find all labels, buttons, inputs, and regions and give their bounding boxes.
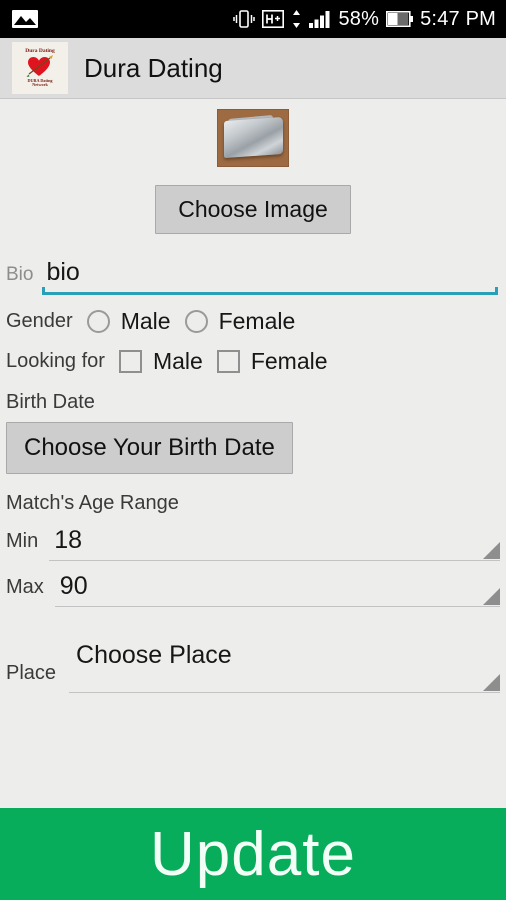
checkbox-unchecked-icon[interactable] [216,350,240,373]
heart-with-arrow-logo: Dura Dating DURA Dating Network [12,42,68,94]
bio-focus-underline [42,287,498,295]
status-bar: 58% 5:47 PM [0,0,506,38]
checkbox-unchecked-icon[interactable] [118,350,142,373]
logo-bottom-line2: Network [32,82,48,88]
looking-for-option-female[interactable]: Female [216,348,328,375]
spinner-dropdown-icon [483,588,500,605]
status-bar-right: 58% 5:47 PM [233,8,496,31]
gender-option-female[interactable]: Female [184,308,296,335]
form-scroll-container[interactable]: Choose Image Bio Gender Male Female Look [0,99,506,808]
clock-time: 5:47 PM [420,7,496,30]
hsdpa-hplus-icon [262,10,285,28]
status-bar-left [12,9,38,29]
battery-icon [386,11,414,27]
looking-for-label: Looking for [6,350,105,372]
min-age-row: Min 18 [0,526,506,561]
min-age-value: 18 [54,526,83,554]
looking-for-row: Looking for Male Female [0,348,506,375]
choose-image-row: Choose Image [0,185,506,234]
choose-birth-date-button[interactable]: Choose Your Birth Date [6,422,293,474]
gender-option-female-label: Female [218,308,296,334]
logo-bottom-text: DURA Dating Network [27,78,52,88]
vibrate-icon [233,9,256,29]
spinner-dropdown-icon [483,542,500,559]
birth-date-row: Choose Your Birth Date [0,422,506,474]
min-age-spinner[interactable]: 18 [49,526,500,561]
place-value: Choose Place [76,641,232,669]
signal-bars-icon [309,9,331,29]
app-bar: Dura Dating DURA Dating Network Dura Dat… [0,38,506,99]
radio-unselected-icon[interactable] [184,310,208,333]
photo-notification-icon [12,9,38,29]
gender-label: Gender [6,310,73,332]
page-title: Dura Dating [84,52,223,83]
looking-for-option-male-label: Male [152,348,203,374]
max-age-row: Max 90 [0,572,506,607]
looking-for-option-female-label: Female [250,348,328,374]
battery-percentage: 58% [338,7,380,30]
place-label: Place [6,662,57,684]
bio-row: Bio [0,258,506,295]
profile-edit-form: Choose Image Bio Gender Male Female Look [0,99,506,693]
max-age-label: Max [6,576,44,598]
birth-date-label: Birth Date [6,391,95,413]
update-button[interactable]: Update [0,808,506,900]
gender-option-male[interactable]: Male [86,308,171,335]
profile-image-preview[interactable] [217,109,289,167]
gender-row: Gender Male Female [0,308,506,335]
gender-option-male-label: Male [120,308,171,334]
heart-icon [26,55,53,78]
place-row: Place Choose Place [0,641,506,693]
looking-for-option-male[interactable]: Male [118,348,203,375]
spinner-dropdown-icon [483,674,500,691]
place-spinner[interactable]: Choose Place [69,641,500,693]
max-age-value: 90 [59,572,88,600]
min-age-label: Min [6,530,39,552]
bio-input-wrapper [42,258,498,295]
max-age-spinner[interactable]: 90 [54,572,500,607]
profile-image-row [0,109,506,167]
data-transfer-arrows-icon [291,9,302,29]
radio-unselected-icon[interactable] [86,310,110,333]
choose-image-button[interactable]: Choose Image [155,185,351,234]
profile-image-detail-body [223,116,283,158]
bio-label: Bio [6,264,34,285]
bio-input[interactable] [42,258,498,292]
age-range-label: Match's Age Range [6,492,179,514]
